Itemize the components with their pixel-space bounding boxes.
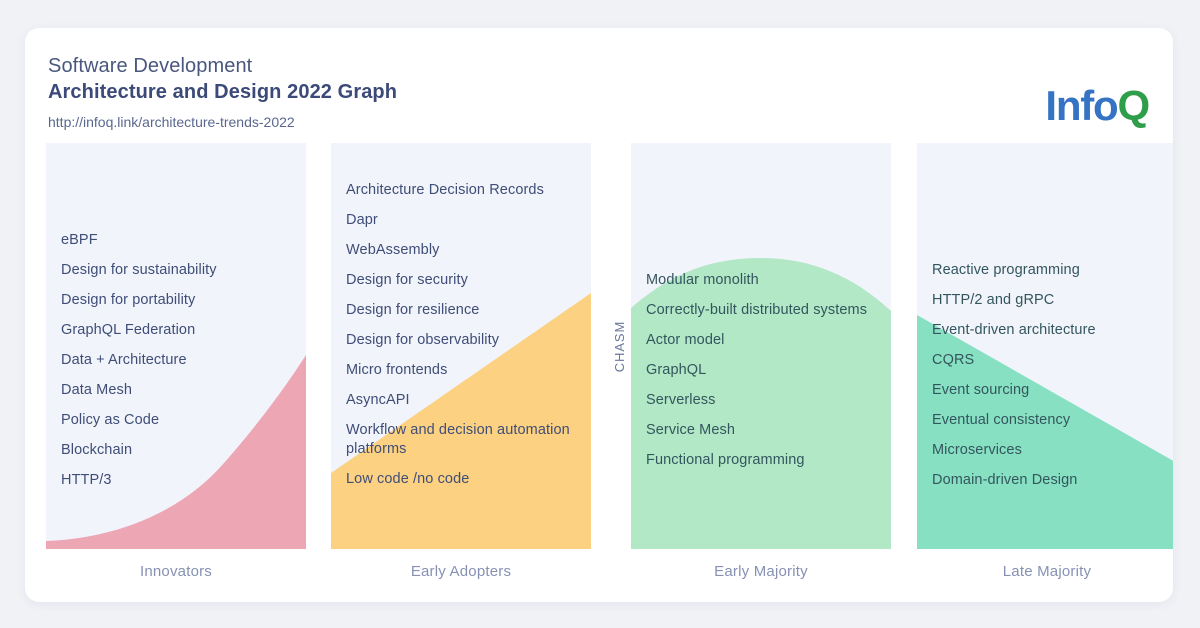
early-adopters-item-list: Architecture Decision Records Dapr WebAs… [346, 181, 583, 500]
axis-label-innovators: Innovators [139, 563, 213, 580]
list-item: eBPF [61, 232, 98, 248]
title-line-2: Architecture and Design 2022 Graph [48, 81, 398, 103]
list-item: Actor model [646, 332, 725, 348]
list-item: GraphQL Federation [61, 322, 196, 338]
list-item: Event-driven architecture [932, 322, 1096, 338]
list-item: Design for security [346, 272, 468, 288]
adoption-band-innovators: eBPF Design for sustainability Design fo… [46, 143, 306, 549]
list-item: WebAssembly [346, 242, 440, 258]
list-item: HTTP/2 and gRPC [932, 292, 1055, 308]
logo-q-text: Q [1117, 82, 1151, 129]
list-item: Design for resilience [346, 302, 480, 318]
list-item: Data Mesh [61, 382, 133, 398]
logo-info-text: Info [1045, 82, 1118, 129]
list-item: Functional programming [646, 452, 805, 468]
list-item: Design for portability [61, 292, 196, 308]
list-item: Event sourcing [932, 382, 1030, 398]
axis-label-late-majority: Late Majority [1002, 563, 1092, 580]
list-item: Micro frontends [346, 362, 448, 378]
chasm-label: CHASM [612, 320, 628, 372]
list-item: Domain-driven Design [932, 472, 1078, 488]
list-item: Low code /no code [346, 471, 470, 487]
list-item: Data + Architecture [61, 352, 187, 368]
late-majority-item-list: Reactive programming HTTP/2 and gRPC Eve… [932, 261, 1169, 501]
list-item: Serverless [646, 392, 716, 408]
trend-graph-card: Software Development Architecture and De… [25, 28, 1173, 602]
list-item: Correctly-built distributed systems [646, 302, 868, 318]
list-item: Eventual consistency [932, 412, 1071, 428]
list-item: Service Mesh [646, 422, 736, 438]
source-link[interactable]: http://infoq.link/architecture-trends-20… [48, 110, 397, 134]
early-majority-item-list: Modular monolith Correctly-built distrib… [646, 271, 883, 481]
list-item: Microservices [932, 442, 1022, 458]
page-title: Software Development Architecture and De… [48, 53, 397, 134]
list-item: Workflow and decision automation platfor… [346, 422, 570, 457]
list-item: Architecture Decision Records [346, 182, 544, 198]
list-item: AsyncAPI [346, 392, 410, 408]
innovators-item-list: eBPF Design for sustainability Design fo… [61, 231, 298, 501]
list-item: CQRS [932, 352, 975, 368]
list-item: Design for observability [346, 332, 500, 348]
list-item: Modular monolith [646, 272, 759, 288]
list-item: GraphQL [646, 362, 707, 378]
adoption-band-early-adopters: Architecture Decision Records Dapr WebAs… [331, 143, 591, 549]
title-line-1: Software Development [48, 55, 253, 77]
adoption-band-early-majority: Modular monolith Correctly-built distrib… [631, 143, 891, 549]
list-item: Reactive programming [932, 262, 1080, 278]
list-item: Design for sustainability [61, 262, 217, 278]
axis-label-early-adopters: Early Adopters [410, 563, 512, 580]
axis-label-early-majority: Early Majority [714, 563, 808, 580]
card-header: Software Development Architecture and De… [25, 28, 1173, 143]
adoption-band-late-majority: Reactive programming HTTP/2 and gRPC Eve… [917, 143, 1173, 549]
list-item: HTTP/3 [61, 472, 112, 488]
infoq-logo[interactable]: InfoQ [1045, 82, 1151, 129]
list-item: Dapr [346, 212, 378, 228]
list-item: Policy as Code [61, 412, 160, 428]
list-item: Blockchain [61, 442, 133, 458]
chasm-divider: CHASM [608, 143, 632, 549]
